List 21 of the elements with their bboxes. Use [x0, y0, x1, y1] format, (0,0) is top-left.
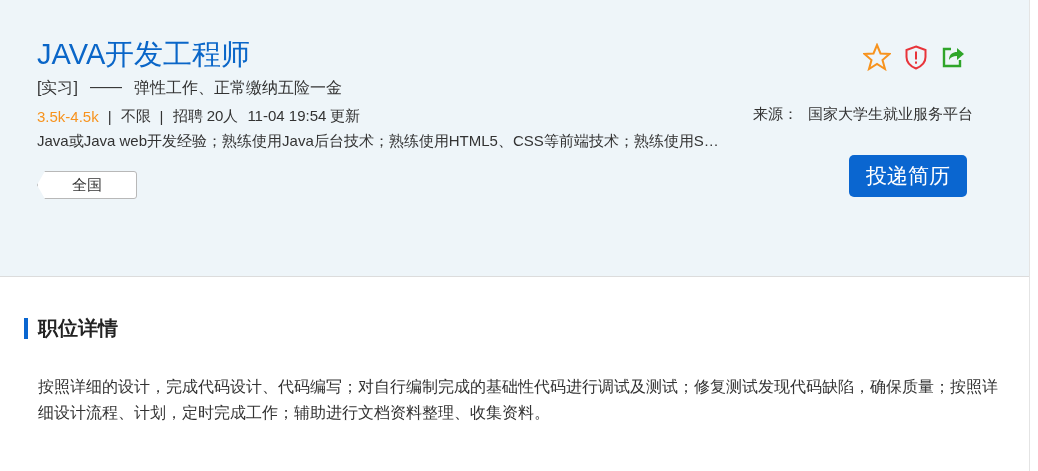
- job-type: [实习]: [37, 78, 78, 98]
- hiring-count: 招聘 20人: [172, 107, 239, 126]
- source-label: 来源：: [753, 105, 798, 124]
- share-icon[interactable]: [941, 45, 965, 69]
- section-heading: 职位详情: [38, 316, 118, 341]
- star-icon[interactable]: [863, 43, 891, 71]
- job-description: Java或Java web开发经验；熟练使用Java后台技术；熟练使用HTML5、CSS等前端技术；熟练使用S…: [37, 132, 720, 151]
- benefits: 弹性工作、正常缴纳五险一金: [133, 78, 342, 98]
- apply-button[interactable]: 投递简历: [849, 155, 967, 197]
- separator: |: [107, 108, 112, 125]
- education: 不限: [120, 107, 151, 126]
- separator: |: [159, 108, 164, 125]
- warning-shield-icon[interactable]: [905, 44, 927, 70]
- update-time: 11-04 19:54 更新: [247, 107, 361, 126]
- heading-bar: [24, 318, 28, 339]
- salary: 3.5k-4.5k: [37, 108, 99, 125]
- dash: ——: [89, 78, 122, 97]
- job-title[interactable]: JAVA开发工程师: [37, 34, 342, 74]
- details-text: 按照详细的设计，完成代码设计、代码编写；对自行编制完成的基础性代码进行调试及测试；修复测试发现代码缺陷，确保质量；按照详细设计流程、计划，定时完成工作；辅助进行文档资料整理、收集资料。: [38, 377, 999, 423]
- source: 国家大学生就业服务平台: [808, 105, 973, 124]
- location-tag: 全国: [37, 171, 137, 199]
